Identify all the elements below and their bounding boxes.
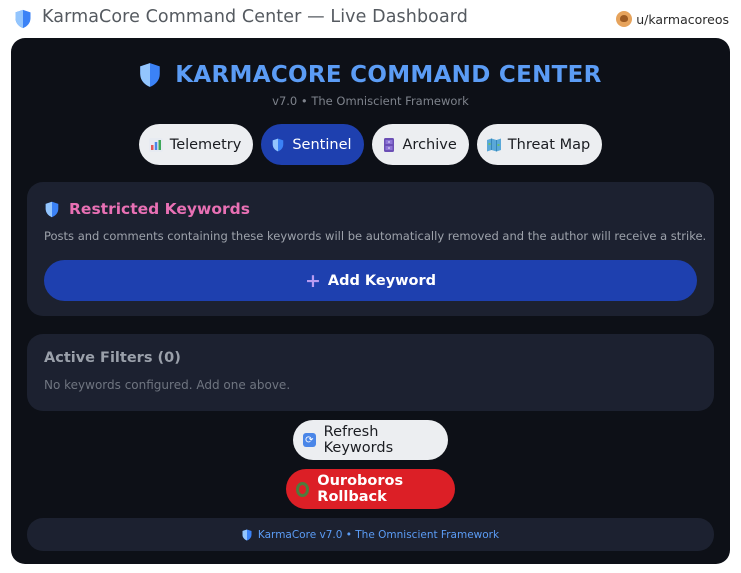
tab-telemetry[interactable]: Telemetry	[138, 124, 254, 165]
dashboard-panel: KARMACORE COMMAND CENTER v7.0 • The Omni…	[11, 38, 730, 564]
shield-icon	[242, 529, 252, 540]
window-title: KarmaCore Command Center — Live Dashboar…	[42, 7, 468, 27]
bar-chart-icon	[148, 137, 163, 152]
footer: KarmaCore v7.0 • The Omniscient Framewor…	[27, 518, 714, 551]
button-label: Ouroboros Rollback	[317, 473, 404, 505]
page-title: KARMACORE COMMAND CENTER	[175, 62, 602, 88]
map-icon	[486, 138, 501, 151]
tab-bar: Telemetry Sentinel Archive Threat Map	[11, 124, 730, 165]
ouroboros-icon	[296, 481, 310, 497]
ouroboros-rollback-button[interactable]: Ouroboros Rollback	[286, 469, 455, 509]
tab-label: Sentinel	[292, 136, 352, 153]
username: u/karmacoreos	[636, 11, 729, 27]
section-description: Posts and comments containing these keyw…	[44, 229, 707, 243]
dashboard-header: KARMACORE COMMAND CENTER v7.0 • The Omni…	[11, 62, 730, 108]
shield-icon	[15, 9, 31, 29]
plus-icon: +	[304, 269, 321, 292]
tab-label: Threat Map	[507, 136, 591, 153]
refresh-icon: ⟳	[303, 433, 316, 447]
page-subtitle: v7.0 • The Omniscient Framework	[272, 94, 469, 108]
button-label: Refresh Keywords	[323, 424, 394, 456]
button-label: Add Keyword	[327, 272, 437, 289]
restricted-keywords-card: Restricted Keywords Posts and comments c…	[27, 182, 714, 316]
active-filters-card: Active Filters (0) No keywords configure…	[27, 334, 714, 411]
refresh-keywords-button[interactable]: ⟳ Refresh Keywords	[293, 420, 448, 460]
add-keyword-button[interactable]: + Add Keyword	[44, 260, 697, 301]
footer-text: KarmaCore v7.0 • The Omniscient Framewor…	[257, 528, 500, 541]
user-badge[interactable]: u/karmacoreos	[616, 11, 729, 27]
window-titlebar: KarmaCore Command Center — Live Dashboar…	[0, 0, 741, 38]
filters-title: Active Filters (0)	[44, 350, 181, 366]
tab-threat-map[interactable]: Threat Map	[476, 124, 603, 165]
avatar	[616, 11, 633, 27]
filters-empty-text: No keywords configured. Add one above.	[44, 378, 291, 392]
shield-icon	[140, 63, 161, 87]
shield-icon	[45, 201, 59, 217]
section-title: Restricted Keywords	[69, 200, 250, 218]
cabinet-icon	[383, 137, 394, 152]
tab-label: Archive	[402, 136, 457, 153]
tab-archive[interactable]: Archive	[371, 124, 469, 165]
tab-label: Telemetry	[169, 136, 242, 153]
shield-icon	[273, 138, 284, 151]
tab-sentinel[interactable]: Sentinel	[261, 124, 364, 165]
